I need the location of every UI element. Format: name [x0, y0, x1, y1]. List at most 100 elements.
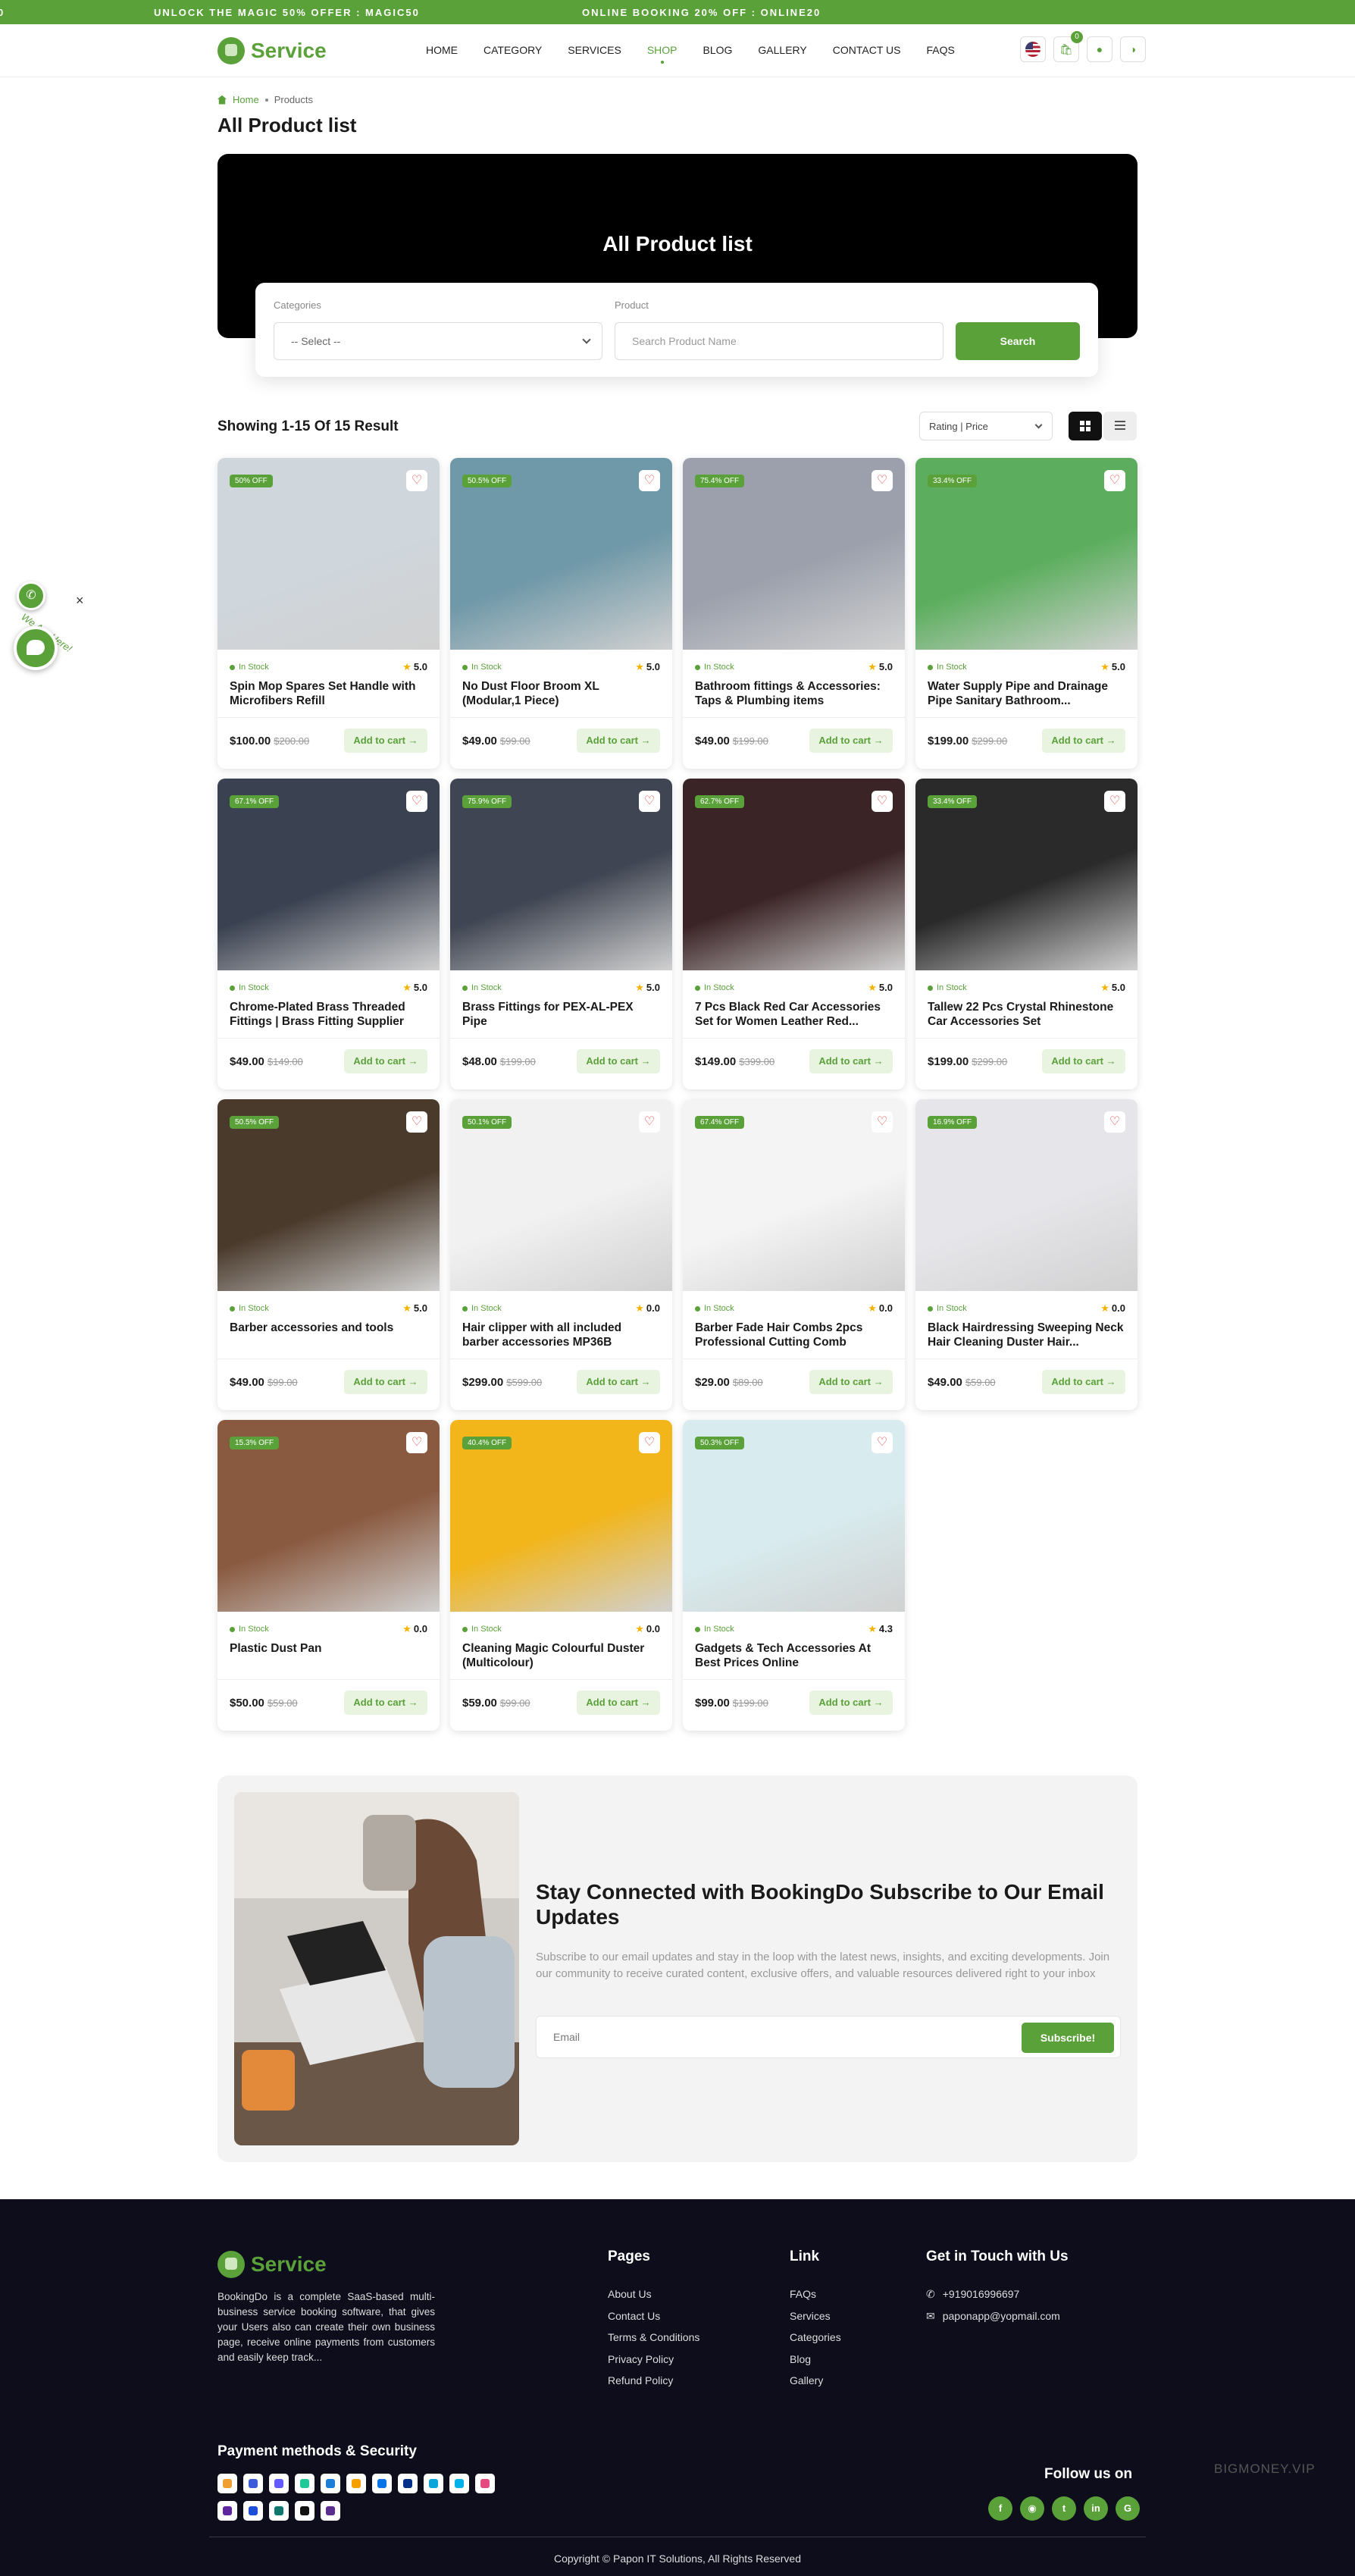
add-to-cart-button[interactable]: Add to cart →: [577, 1049, 660, 1073]
product-card[interactable]: 50% OFF ♡ In Stock ★ 5.0 Spin Mop Spares Set …: [217, 458, 440, 769]
product-card[interactable]: 75.9% OFF ♡ In Stock ★ 5.0 Brass Fittings for…: [450, 779, 672, 1089]
add-to-cart-button[interactable]: Add to cart →: [1042, 1049, 1125, 1073]
theme-toggle-button[interactable]: ◑: [1120, 36, 1146, 62]
product-card[interactable]: 75.4% OFF ♡ In Stock ★ 5.0 Bathroom fittings …: [683, 458, 905, 769]
product-card[interactable]: 67.4% OFF ♡ In Stock ★ 0.0 Barber Fade Hair C…: [683, 1099, 905, 1410]
product-name[interactable]: Black Hairdressing Sweeping Neck Hair Cl…: [928, 1321, 1126, 1349]
nav-shop[interactable]: SHOP: [647, 44, 678, 64]
product-name[interactable]: Gadgets & Tech Accessories At Best Price…: [695, 1641, 893, 1670]
add-to-cart-button[interactable]: Add to cart →: [344, 729, 427, 753]
user-button[interactable]: ●: [1087, 36, 1112, 62]
wishlist-button[interactable]: ♡: [639, 470, 660, 491]
nav-faqs[interactable]: FAQS: [926, 44, 954, 56]
footer-link-services[interactable]: Services: [790, 2310, 841, 2332]
footer-link-categories[interactable]: Categories: [790, 2331, 841, 2353]
product-card[interactable]: 33.4% OFF ♡ In Stock ★ 5.0 Water Supply Pipe …: [915, 458, 1138, 769]
nav-services[interactable]: SERVICES: [568, 44, 621, 56]
add-to-cart-button[interactable]: Add to cart →: [1042, 1370, 1125, 1394]
language-button[interactable]: [1020, 36, 1046, 62]
wishlist-button[interactable]: ♡: [406, 1111, 427, 1133]
grid-view-button[interactable]: [1069, 412, 1102, 440]
footer-link-refund[interactable]: Refund Policy: [608, 2374, 699, 2396]
product-card[interactable]: 50.5% OFF ♡ In Stock ★ 5.0 Barber accessories…: [217, 1099, 440, 1410]
google-icon[interactable]: G: [1116, 2496, 1140, 2521]
nav-contact-us[interactable]: CONTACT US: [833, 44, 901, 56]
product-card[interactable]: 33.4% OFF ♡ In Stock ★ 5.0 Tallew 22 Pcs Crys…: [915, 779, 1138, 1089]
product-name[interactable]: Cleaning Magic Colourful Duster (Multico…: [462, 1641, 661, 1670]
wishlist-button[interactable]: ♡: [406, 791, 427, 812]
product-name[interactable]: Plastic Dust Pan: [230, 1641, 428, 1670]
nav-home[interactable]: HOME: [426, 44, 458, 56]
product-name[interactable]: 7 Pcs Black Red Car Accessories Set for …: [695, 1000, 893, 1029]
categories-select[interactable]: -- Select --: [274, 322, 602, 360]
add-to-cart-button[interactable]: Add to cart →: [809, 1691, 893, 1715]
chat-close-button[interactable]: ×: [76, 593, 84, 609]
wishlist-button[interactable]: ♡: [639, 1432, 660, 1453]
logo[interactable]: Service: [217, 36, 327, 65]
footer-link-faqs[interactable]: FAQs: [790, 2288, 841, 2310]
wishlist-button[interactable]: ♡: [406, 1432, 427, 1453]
add-to-cart-button[interactable]: Add to cart →: [577, 1691, 660, 1715]
product-card[interactable]: 50.5% OFF ♡ In Stock ★ 5.0 No Dust Floor Broo…: [450, 458, 672, 769]
product-name[interactable]: Water Supply Pipe and Drainage Pipe Sani…: [928, 679, 1126, 708]
wishlist-button[interactable]: ♡: [872, 470, 893, 491]
list-view-button[interactable]: [1103, 412, 1137, 440]
facebook-icon[interactable]: f: [988, 2496, 1012, 2521]
wishlist-button[interactable]: ♡: [639, 791, 660, 812]
wishlist-button[interactable]: ♡: [639, 1111, 660, 1133]
linkedin-icon[interactable]: in: [1084, 2496, 1108, 2521]
product-name[interactable]: Spin Mop Spares Set Handle with Microfib…: [230, 679, 428, 708]
add-to-cart-button[interactable]: Add to cart →: [809, 729, 893, 753]
product-card[interactable]: 67.1% OFF ♡ In Stock ★ 5.0 Chrome-Plated Bras…: [217, 779, 440, 1089]
wishlist-button[interactable]: ♡: [1104, 1111, 1125, 1133]
product-name[interactable]: Barber accessories and tools: [230, 1321, 428, 1349]
footer-logo[interactable]: Service: [217, 2251, 327, 2278]
product-card[interactable]: 62.7% OFF ♡ In Stock ★ 5.0 7 Pcs Black Red Ca…: [683, 779, 905, 1089]
call-button[interactable]: ✆: [17, 581, 45, 610]
product-name[interactable]: Tallew 22 Pcs Crystal Rhinestone Car Acc…: [928, 1000, 1126, 1029]
add-to-cart-button[interactable]: Add to cart →: [809, 1049, 893, 1073]
add-to-cart-button[interactable]: Add to cart →: [809, 1370, 893, 1394]
product-card[interactable]: 50.3% OFF ♡ In Stock ★ 4.3 Gadgets & Tech Acc…: [683, 1420, 905, 1731]
product-card[interactable]: 15.3% OFF ♡ In Stock ★ 0.0 Plastic Dust Pan $5…: [217, 1420, 440, 1731]
add-to-cart-button[interactable]: Add to cart →: [577, 729, 660, 753]
subscribe-button[interactable]: Subscribe!: [1022, 2023, 1114, 2053]
product-name[interactable]: Bathroom fittings & Accessories: Taps & …: [695, 679, 893, 708]
footer-link-gallery[interactable]: Gallery: [790, 2374, 841, 2396]
instagram-icon[interactable]: ◉: [1020, 2496, 1044, 2521]
breadcrumb-home[interactable]: Home: [233, 94, 259, 105]
footer-link-blog[interactable]: Blog: [790, 2353, 841, 2375]
footer-link-about[interactable]: About Us: [608, 2288, 699, 2310]
cart-button[interactable]: 🛍 0: [1053, 31, 1083, 62]
nav-blog[interactable]: BLOG: [703, 44, 733, 56]
footer-email[interactable]: ✉ paponapp@yopmail.com: [926, 2310, 1060, 2332]
sort-select[interactable]: Rating | Price: [919, 412, 1053, 440]
footer-link-terms[interactable]: Terms & Conditions: [608, 2331, 699, 2353]
wishlist-button[interactable]: ♡: [872, 791, 893, 812]
add-to-cart-button[interactable]: Add to cart →: [344, 1370, 427, 1394]
nav-category[interactable]: CATEGORY: [483, 44, 542, 56]
search-button[interactable]: Search: [956, 322, 1080, 360]
add-to-cart-button[interactable]: Add to cart →: [344, 1049, 427, 1073]
footer-link-privacy[interactable]: Privacy Policy: [608, 2353, 699, 2375]
wishlist-button[interactable]: ♡: [1104, 791, 1125, 812]
wishlist-button[interactable]: ♡: [872, 1432, 893, 1453]
footer-phone[interactable]: ✆ +919016996697: [926, 2288, 1060, 2310]
product-card[interactable]: 16.9% OFF ♡ In Stock ★ 0.0 Black Hairdressing…: [915, 1099, 1138, 1410]
product-name[interactable]: Hair clipper with all included barber ac…: [462, 1321, 661, 1349]
add-to-cart-button[interactable]: Add to cart →: [344, 1691, 427, 1715]
email-input[interactable]: Email: [553, 2031, 580, 2043]
add-to-cart-button[interactable]: Add to cart →: [577, 1370, 660, 1394]
product-card[interactable]: 50.1% OFF ♡ In Stock ★ 0.0 Hair clipper with …: [450, 1099, 672, 1410]
product-search-input[interactable]: Search Product Name: [615, 322, 943, 360]
chat-bubble-button[interactable]: [14, 626, 58, 670]
nav-gallery[interactable]: GALLERY: [758, 44, 806, 56]
wishlist-button[interactable]: ♡: [872, 1111, 893, 1133]
product-name[interactable]: No Dust Floor Broom XL (Modular,1 Piece): [462, 679, 661, 708]
twitter-icon[interactable]: t: [1052, 2496, 1076, 2521]
product-name[interactable]: Chrome-Plated Brass Threaded Fittings | …: [230, 1000, 428, 1029]
wishlist-button[interactable]: ♡: [1104, 470, 1125, 491]
product-name[interactable]: Barber Fade Hair Combs 2pcs Professional…: [695, 1321, 893, 1349]
wishlist-button[interactable]: ♡: [406, 470, 427, 491]
product-name[interactable]: Brass Fittings for PEX-AL-PEX Pipe: [462, 1000, 661, 1029]
